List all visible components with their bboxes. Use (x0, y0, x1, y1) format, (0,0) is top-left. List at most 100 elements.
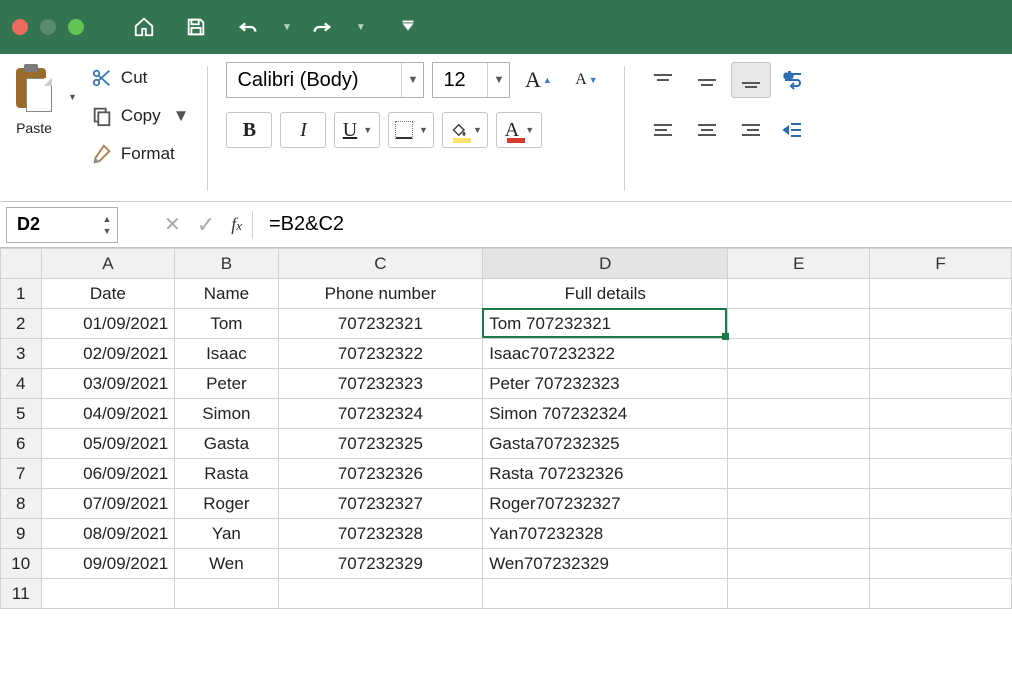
cell-F3[interactable] (870, 339, 1012, 369)
cell-E6[interactable] (728, 429, 870, 459)
copy-button[interactable]: Copy ▼ (91, 100, 190, 132)
column-header-B[interactable]: B (175, 249, 278, 279)
zoom-window-button[interactable] (68, 19, 84, 35)
cell-A5[interactable]: 04/09/2021 (41, 399, 175, 429)
font-name-input[interactable] (227, 63, 401, 97)
redo-icon[interactable] (308, 16, 336, 38)
cell-C7[interactable]: 707232326 (278, 459, 483, 489)
worksheet[interactable]: ABCDEF1DateNamePhone numberFull details2… (0, 248, 1012, 609)
cell-D5[interactable]: Simon 707232324 (483, 399, 728, 429)
row-header-6[interactable]: 6 (1, 429, 42, 459)
cell-B9[interactable]: Yan (175, 519, 278, 549)
align-right-button[interactable] (731, 112, 771, 148)
align-center-button[interactable] (687, 112, 727, 148)
cell-E1[interactable] (728, 279, 870, 309)
cell-D9[interactable]: Yan707232328 (483, 519, 728, 549)
row-header-9[interactable]: 9 (1, 519, 42, 549)
borders-dropdown[interactable]: ▼ (419, 125, 428, 135)
cell-F2[interactable] (870, 309, 1012, 339)
align-left-button[interactable] (643, 112, 683, 148)
cell-C2[interactable]: 707232321 (278, 309, 483, 339)
cell-B5[interactable]: Simon (175, 399, 278, 429)
paste-dropdown[interactable]: ▼ (68, 92, 77, 102)
cell-F6[interactable] (870, 429, 1012, 459)
cell-E5[interactable] (728, 399, 870, 429)
formula-input[interactable] (263, 213, 1012, 236)
align-top-button[interactable] (643, 62, 683, 98)
row-header-2[interactable]: 2 (1, 309, 42, 339)
cell-D1[interactable]: Full details (483, 279, 728, 309)
cut-button[interactable]: Cut (91, 62, 190, 94)
cell-A8[interactable]: 07/09/2021 (41, 489, 175, 519)
column-header-E[interactable]: E (728, 249, 870, 279)
cell-C11[interactable] (278, 579, 483, 609)
cell-D2[interactable]: Tom 707232321 (483, 309, 728, 339)
font-size-input[interactable] (433, 63, 487, 97)
qat-customize-icon[interactable] (394, 16, 422, 38)
copy-dropdown[interactable]: ▼ (173, 106, 190, 126)
cell-B6[interactable]: Gasta (175, 429, 278, 459)
row-header-7[interactable]: 7 (1, 459, 42, 489)
italic-button[interactable]: I (280, 112, 326, 148)
cell-F8[interactable] (870, 489, 1012, 519)
close-window-button[interactable] (12, 19, 28, 35)
name-box-stepper[interactable]: ▲▼ (97, 213, 117, 237)
cell-A2[interactable]: 01/09/2021 (41, 309, 175, 339)
cell-F7[interactable] (870, 459, 1012, 489)
font-name-dropdown[interactable]: ▼ (401, 63, 423, 97)
cell-reference-input[interactable] (7, 214, 97, 235)
cell-D6[interactable]: Gasta707232325 (483, 429, 728, 459)
cell-C9[interactable]: 707232328 (278, 519, 483, 549)
column-header-C[interactable]: C (278, 249, 483, 279)
cell-D7[interactable]: Rasta 707232326 (483, 459, 728, 489)
row-header-4[interactable]: 4 (1, 369, 42, 399)
fill-color-dropdown[interactable]: ▼ (473, 125, 482, 135)
cell-B4[interactable]: Peter (175, 369, 278, 399)
insert-function-button[interactable]: fx (231, 214, 242, 235)
cell-A6[interactable]: 05/09/2021 (41, 429, 175, 459)
column-header-D[interactable]: D (483, 249, 728, 279)
cell-C4[interactable]: 707232323 (278, 369, 483, 399)
row-header-3[interactable]: 3 (1, 339, 42, 369)
cell-E9[interactable] (728, 519, 870, 549)
cell-F9[interactable] (870, 519, 1012, 549)
cell-F1[interactable] (870, 279, 1012, 309)
cell-C8[interactable]: 707232327 (278, 489, 483, 519)
cancel-formula-button[interactable]: ✕ (164, 212, 181, 237)
borders-button[interactable]: ▼ (388, 112, 434, 148)
cell-E2[interactable] (728, 309, 870, 339)
cell-C3[interactable]: 707232322 (278, 339, 483, 369)
cell-A3[interactable]: 02/09/2021 (41, 339, 175, 369)
cell-E7[interactable] (728, 459, 870, 489)
shrink-font-button[interactable]: A▼ (566, 62, 606, 98)
bold-button[interactable]: B (226, 112, 272, 148)
redo-dropdown[interactable]: ▼ (356, 22, 366, 33)
underline-dropdown[interactable]: ▼ (363, 125, 372, 135)
cell-B7[interactable]: Rasta (175, 459, 278, 489)
cell-B2[interactable]: Tom (175, 309, 278, 339)
cell-D10[interactable]: Wen707232329 (483, 549, 728, 579)
font-color-dropdown[interactable]: ▼ (525, 125, 534, 135)
undo-icon[interactable] (234, 16, 262, 38)
row-header-1[interactable]: 1 (1, 279, 42, 309)
cell-B10[interactable]: Wen (175, 549, 278, 579)
cell-C5[interactable]: 707232324 (278, 399, 483, 429)
cell-B1[interactable]: Name (175, 279, 278, 309)
undo-dropdown[interactable]: ▼ (282, 22, 292, 33)
cell-D11[interactable] (483, 579, 728, 609)
font-color-button[interactable]: A▼ (496, 112, 542, 148)
font-name-combo[interactable]: ▼ (226, 62, 424, 98)
cell-D8[interactable]: Roger707232327 (483, 489, 728, 519)
font-size-dropdown[interactable]: ▼ (487, 63, 509, 97)
save-icon[interactable] (182, 16, 210, 38)
cell-F10[interactable] (870, 549, 1012, 579)
align-middle-button[interactable] (687, 62, 727, 98)
column-header-A[interactable]: A (41, 249, 175, 279)
paste-button[interactable] (10, 62, 58, 118)
row-header-8[interactable]: 8 (1, 489, 42, 519)
cell-A9[interactable]: 08/09/2021 (41, 519, 175, 549)
grow-font-button[interactable]: A▲ (518, 62, 558, 98)
select-all-corner[interactable] (1, 249, 42, 279)
cell-E10[interactable] (728, 549, 870, 579)
font-size-combo[interactable]: ▼ (432, 62, 510, 98)
